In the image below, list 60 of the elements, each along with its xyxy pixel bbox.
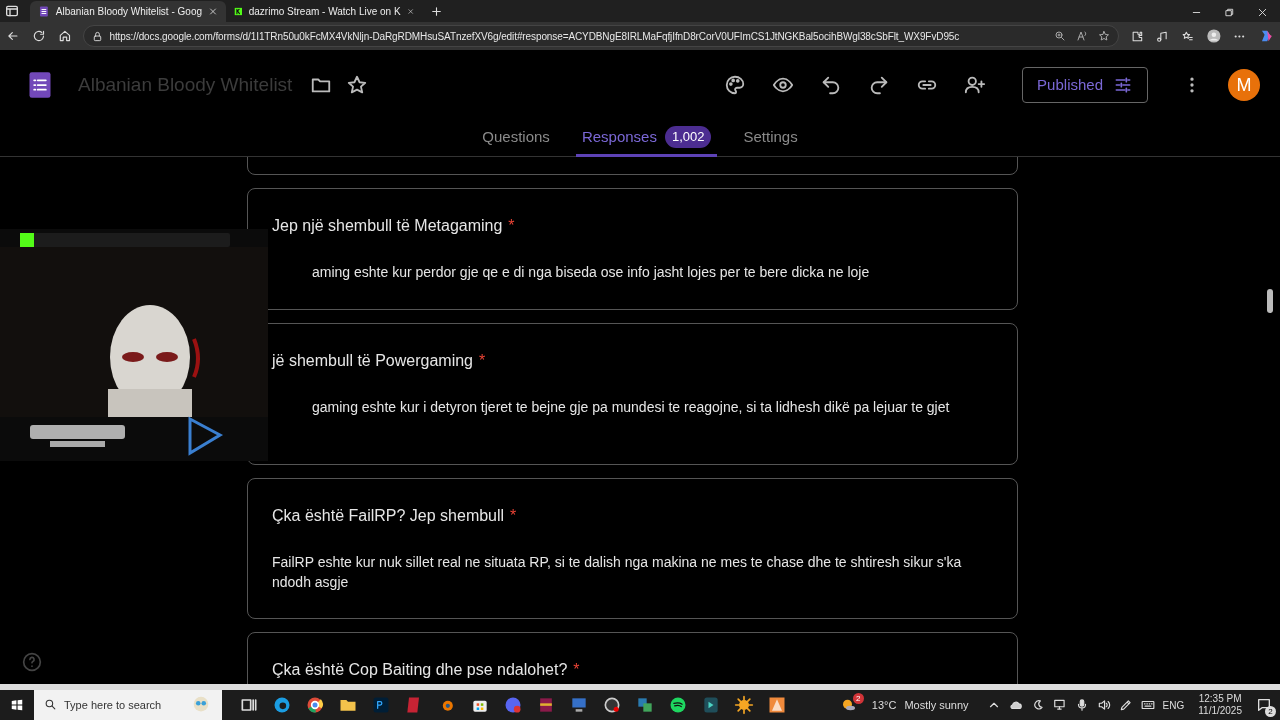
clock-time[interactable]: 12:35 PM xyxy=(1198,693,1242,705)
home-icon[interactable] xyxy=(57,29,72,43)
back-icon[interactable] xyxy=(6,29,20,43)
published-button[interactable]: Published xyxy=(1022,67,1148,103)
weather-text: Mostly sunny xyxy=(904,697,969,713)
answer-text: aming eshte kur perdor gje qe e di nga biseda ose info jasht lojes per te bere dicka ne loje xyxy=(311,263,871,282)
new-tab-icon[interactable] xyxy=(430,5,443,18)
language-indicator[interactable]: ENG xyxy=(1162,697,1185,713)
required-asterisk: * xyxy=(508,216,515,236)
required-asterisk: * xyxy=(510,506,517,526)
search-icon xyxy=(44,698,57,711)
tune-icon xyxy=(1113,75,1133,95)
notification-center[interactable]: 2 xyxy=(1256,697,1272,713)
read-aloud-icon[interactable] xyxy=(1076,30,1089,42)
answer-text: FailRP eshte kur nuk sillet real ne situata RP, si te dalish nga makina ne mes te chase dhe te shtiresh sikur s'ka ndodh asgje xyxy=(272,553,963,592)
tab-actions-icon[interactable] xyxy=(4,3,20,19)
question-title: Çka është Cop Baiting dhe pse ndalohet? xyxy=(272,660,568,680)
keyboard-icon[interactable] xyxy=(1140,698,1155,712)
close-icon[interactable] xyxy=(406,6,414,17)
form-tab[interactable]: Settings xyxy=(737,120,804,157)
media-icon[interactable] xyxy=(1156,29,1169,43)
browser-tab[interactable]: dazrimo Stream - Watch Live on K xyxy=(226,1,422,22)
count-badge: 1,002 xyxy=(664,126,712,148)
zoom-icon[interactable] xyxy=(1054,30,1067,42)
form-icon xyxy=(38,5,50,18)
k-logo-icon xyxy=(234,5,243,18)
question-title: Jep një shembull të Metagaming xyxy=(272,216,503,236)
question-title: jë shembull të Powergaming xyxy=(272,351,473,371)
windows-start-icon[interactable] xyxy=(10,698,24,712)
scrollbar-thumb[interactable] xyxy=(1267,289,1273,313)
palette-icon[interactable] xyxy=(724,74,747,96)
network-icon[interactable] xyxy=(1052,698,1067,712)
browser-tab[interactable]: Albanian Bloody Whitelist - Goog xyxy=(30,1,226,22)
required-asterisk: * xyxy=(479,351,486,371)
search-field[interactable]: Type here to search xyxy=(34,690,222,720)
notification-count: 2 xyxy=(1265,706,1276,717)
add-person-icon[interactable] xyxy=(964,74,987,96)
temperature-text: 13°C xyxy=(871,697,897,713)
star-icon[interactable] xyxy=(1098,30,1111,42)
favorites-icon[interactable] xyxy=(1180,29,1194,43)
clock-date[interactable]: 11/1/2025 xyxy=(1198,705,1242,717)
question-title: Çka është FailRP? Jep shembull xyxy=(272,506,505,526)
url-text: https://docs.google.com/forms/d/1I1TRn50u0kFcMX4VkNljn-DaRgRDMHsuSATnzefXV6g/edit#response=ACYDBNgE8IRLMaFqfjIfnD8rCorV0UFImCS1JtNGKBal5ocihBWgl38cSbFlt_WX9FvD95c xyxy=(109,29,960,44)
starburst-app-icon[interactable] xyxy=(733,695,754,715)
speaker-icon[interactable] xyxy=(1096,698,1111,712)
message-icon xyxy=(1256,697,1272,713)
address-bar[interactable]: https://docs.google.com/forms/d/1I1TRn50u0kFcMX4VkNljn-DaRgRDMHsuSATnzefXV6g/edit#response=ACYDBNgE8IRLMaFqfjIfnD8rCorV0UFImCS1JtNGKBal5ocihBWgl38cSbFlt_WX9FvD95c xyxy=(83,25,1120,47)
required-asterisk: * xyxy=(573,660,580,680)
restore-icon[interactable] xyxy=(1224,7,1235,18)
lock-icon xyxy=(92,30,104,42)
close-icon[interactable] xyxy=(1257,7,1268,18)
star-icon[interactable] xyxy=(346,74,369,96)
pen-icon[interactable] xyxy=(1118,698,1133,712)
answer-text: gaming eshte kur i detyron tjeret te bejne gje pa mundesi te reagojne, si ta lidhesh dikë pa lejuar te gjet xyxy=(311,398,951,417)
horizontal-scrollbar[interactable] xyxy=(0,684,1280,690)
profile-icon[interactable] xyxy=(1205,28,1222,44)
reload-icon[interactable] xyxy=(31,29,46,43)
form-tab[interactable]: Questions xyxy=(476,120,556,157)
notification-badge: 2 xyxy=(852,693,864,704)
extensions-icon[interactable] xyxy=(1131,29,1144,43)
